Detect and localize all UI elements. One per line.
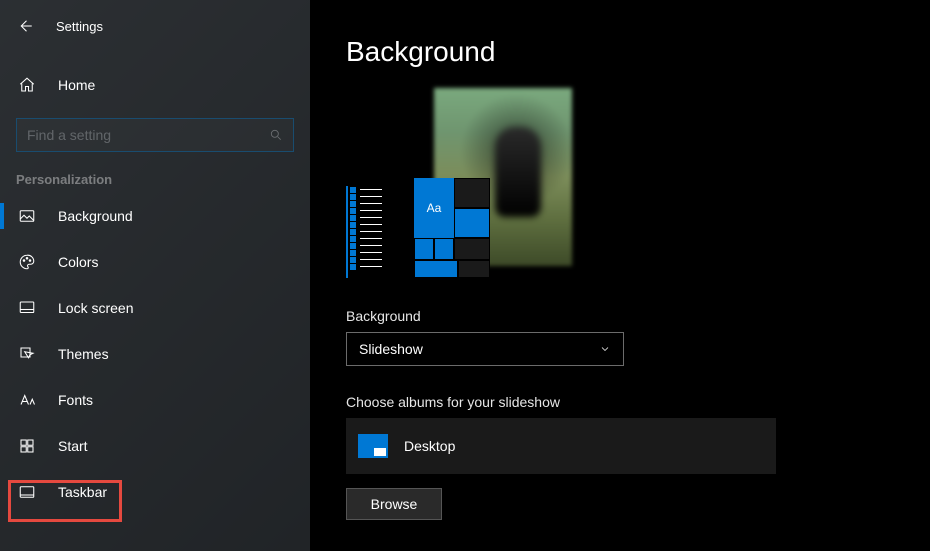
sidebar-item-label: Background	[58, 208, 133, 224]
sidebar-item-lockscreen[interactable]: Lock screen	[0, 285, 310, 331]
settings-sidebar: Settings Home Personalization Background	[0, 0, 310, 551]
lockscreen-icon	[16, 299, 38, 317]
sidebar-item-home[interactable]: Home	[0, 62, 310, 108]
picture-icon	[16, 207, 38, 225]
chevron-down-icon	[599, 343, 611, 355]
window-title-text: Settings	[56, 19, 103, 34]
themes-icon	[16, 345, 38, 363]
start-icon	[16, 437, 38, 455]
preview-taskbar-strip	[346, 186, 382, 278]
home-label: Home	[58, 77, 95, 93]
sidebar-item-label: Lock screen	[58, 300, 133, 316]
album-item[interactable]: Desktop	[346, 418, 776, 474]
background-field-label: Background	[346, 308, 902, 324]
palette-icon	[16, 253, 38, 271]
sidebar-item-start[interactable]: Start	[0, 423, 310, 469]
sidebar-item-themes[interactable]: Themes	[0, 331, 310, 377]
dropdown-value: Slideshow	[359, 341, 423, 357]
page-heading: Background	[346, 36, 902, 68]
fonts-icon	[16, 391, 38, 409]
home-icon	[16, 76, 38, 94]
search-field[interactable]	[27, 127, 269, 143]
background-dropdown[interactable]: Slideshow	[346, 332, 624, 366]
main-panel: Background Aa	[310, 0, 930, 551]
section-label: Personalization	[0, 160, 310, 193]
sidebar-item-label: Themes	[58, 346, 109, 362]
sidebar-item-background[interactable]: Background	[0, 193, 310, 239]
sidebar-item-colors[interactable]: Colors	[0, 239, 310, 285]
sidebar-item-label: Taskbar	[58, 484, 107, 500]
sidebar-item-taskbar[interactable]: Taskbar	[0, 469, 310, 515]
browse-label: Browse	[371, 496, 418, 512]
sidebar-item-label: Colors	[58, 254, 98, 270]
taskbar-icon	[16, 483, 38, 501]
background-preview: Aa	[346, 88, 902, 278]
folder-icon	[358, 434, 388, 458]
preview-sample-text: Aa	[414, 178, 454, 238]
search-input[interactable]	[16, 118, 294, 152]
window-title: Settings	[0, 8, 310, 44]
search-icon	[269, 128, 283, 142]
album-name: Desktop	[404, 438, 455, 454]
browse-button[interactable]: Browse	[346, 488, 442, 520]
sidebar-item-label: Start	[58, 438, 88, 454]
sidebar-item-fonts[interactable]: Fonts	[0, 377, 310, 423]
preview-start-menu: Aa	[414, 178, 490, 278]
albums-label: Choose albums for your slideshow	[346, 394, 902, 410]
sidebar-item-label: Fonts	[58, 392, 93, 408]
